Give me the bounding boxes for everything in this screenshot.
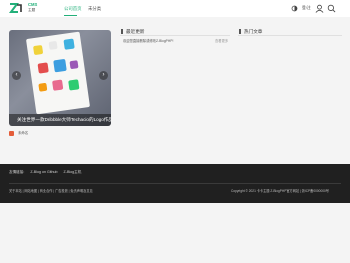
section-marker xyxy=(239,29,241,34)
copyright-text: Copyright © 2021 卡卡主题 Z-BlogPHP官方网站 | 浙I… xyxy=(231,189,329,193)
slide-image xyxy=(25,31,91,115)
friend-links: 友情链接: Z-Blog on Github Z-Blog主机 xyxy=(9,169,86,176)
slide-tile xyxy=(68,79,80,91)
nav-item-uncategorized[interactable]: 未分类 xyxy=(88,5,101,13)
section-title: 最近更新 xyxy=(126,29,145,34)
friend-links-label: 友情链接: xyxy=(9,170,25,174)
slide-tile xyxy=(53,58,67,73)
slide-tile xyxy=(69,60,79,70)
logo-cms-text: CMS xyxy=(28,2,38,7)
slide-tile xyxy=(52,79,64,91)
category-icon xyxy=(9,131,14,136)
user-icon[interactable] xyxy=(315,4,324,13)
slide-tile xyxy=(63,38,75,50)
site-footer: 友情链接: Z-Blog on Github Z-Blog主机 关于本站 | 网… xyxy=(0,164,350,203)
login-link[interactable]: 登/注 xyxy=(302,5,311,12)
section-header: 最近更新 xyxy=(120,27,230,36)
recent-more-link[interactable]: 查看更多 xyxy=(215,39,228,44)
friend-link[interactable]: Z-Blog on Github xyxy=(30,170,57,174)
friend-link[interactable]: Z-Blog主机 xyxy=(64,170,82,174)
slide-caption-text: 关注世界一款Dribbble大师Techacio的Logo作品 xyxy=(17,117,111,122)
slider-next-button[interactable]: › xyxy=(99,71,108,80)
slide-tile xyxy=(37,62,49,74)
section-title: 热门文章 xyxy=(244,29,263,34)
recent-updates-section: 最近更新 欢迎您直接删除或修改Z-BlogPHP! 查看更多 xyxy=(120,27,230,57)
nav-item-home[interactable]: 公司首页 xyxy=(64,5,82,13)
footer-nav-links[interactable]: 关于本站 | 网站地图 | 商业合作 | 广告投放 | 免责声明及意见 xyxy=(9,188,93,194)
slide-caption[interactable]: 关注世界一款Dribbble大师Techacio的Logo作品 xyxy=(9,114,111,126)
slide-tile xyxy=(33,44,44,56)
theme-toggle-icon[interactable] xyxy=(291,5,298,12)
nav-active-indicator xyxy=(64,15,77,16)
slider-prev-button[interactable]: ‹ xyxy=(12,71,21,80)
hot-articles-section: 热门文章 xyxy=(238,27,342,57)
category-bar[interactable]: 未命名 xyxy=(9,130,111,138)
search-icon[interactable] xyxy=(327,4,336,13)
recent-item-link[interactable]: 欢迎您直接删除或修改Z-BlogPHP! xyxy=(123,39,173,44)
section-marker xyxy=(121,29,123,34)
section-header: 热门文章 xyxy=(238,27,342,36)
slide-tile xyxy=(48,40,58,50)
footer-divider xyxy=(9,183,341,184)
logo-sub-text: 主题 xyxy=(28,8,36,12)
slide-tile xyxy=(38,82,48,92)
featured-slider[interactable]: ‹ › 关注世界一款Dribbble大师Techacio的Logo作品 xyxy=(9,30,111,126)
site-logo[interactable]: CMS 主题 xyxy=(9,2,41,14)
logo-mark-icon xyxy=(9,3,22,13)
category-label: 未命名 xyxy=(18,131,29,135)
site-header: CMS 主题 公司首页 未分类 登/注 xyxy=(0,0,350,17)
